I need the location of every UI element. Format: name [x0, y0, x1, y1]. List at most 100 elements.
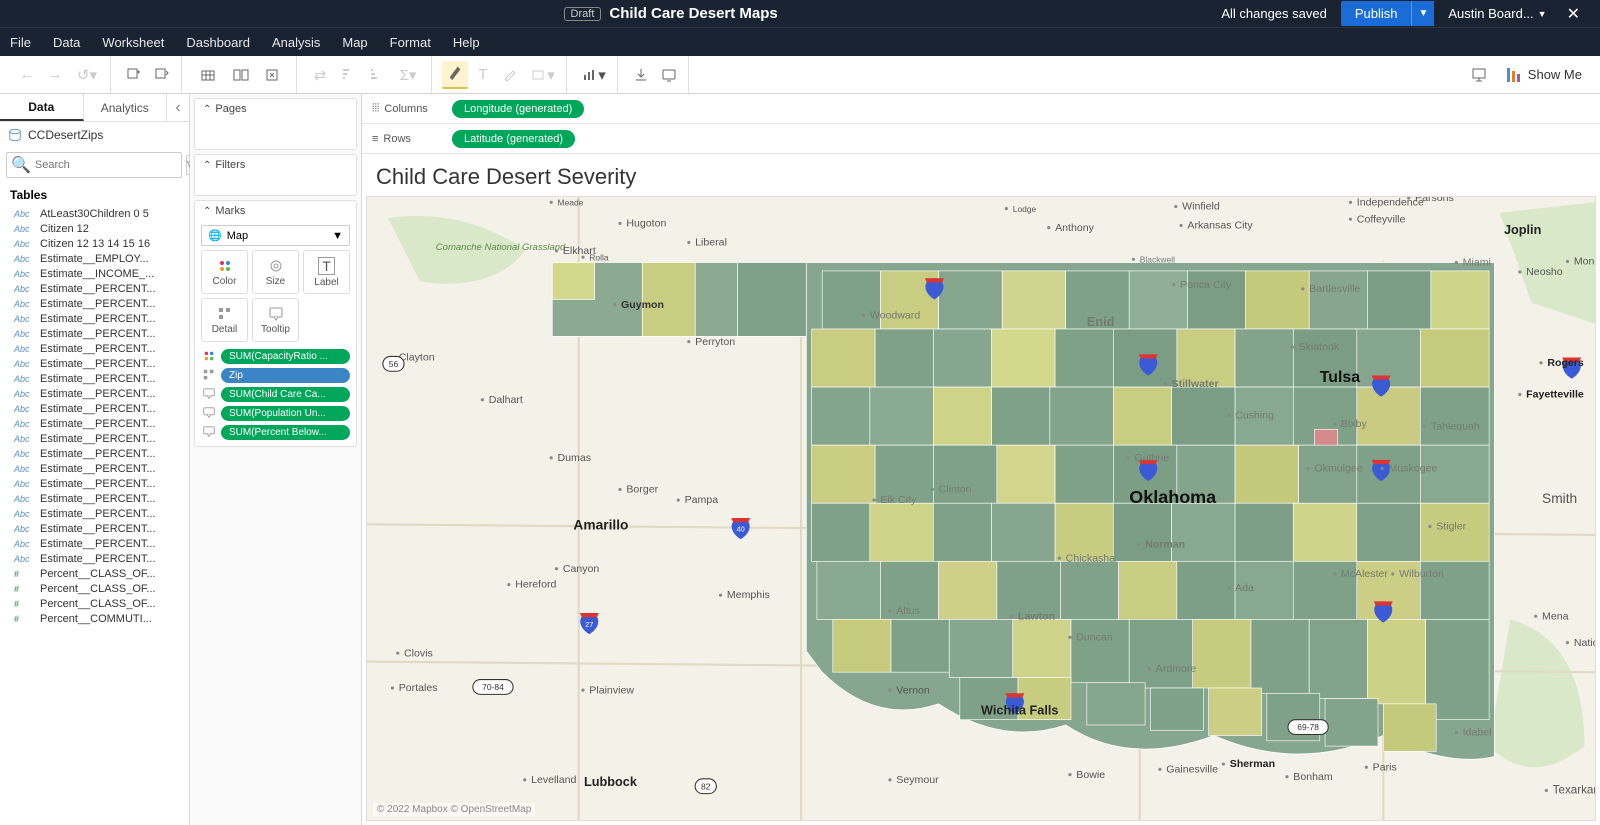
svg-text:Perryton: Perryton: [695, 336, 735, 348]
field-item[interactable]: AbcEstimate__PERCENT...: [0, 491, 189, 506]
columns-pill[interactable]: Longitude (generated): [452, 100, 584, 118]
datasource-item[interactable]: CCDesertZips: [0, 122, 189, 148]
size-shelf[interactable]: Size: [252, 250, 299, 294]
menu-data[interactable]: Data: [53, 35, 80, 50]
menu-dashboard[interactable]: Dashboard: [186, 35, 250, 50]
field-item[interactable]: #Percent__CLASS_OF...: [0, 581, 189, 596]
field-item[interactable]: AbcEstimate__PERCENT...: [0, 341, 189, 356]
field-item[interactable]: AbcEstimate__PERCENT...: [0, 386, 189, 401]
field-item[interactable]: AbcEstimate__INCOME_...: [0, 266, 189, 281]
mark-pill[interactable]: Zip: [201, 367, 350, 383]
sheet-title[interactable]: Child Care Desert Severity: [362, 154, 1600, 196]
new-datasource-icon[interactable]: [121, 62, 147, 88]
show-me-button[interactable]: Show Me: [1496, 67, 1592, 83]
device-preview-icon[interactable]: [656, 62, 682, 88]
text-label-icon[interactable]: T: [470, 62, 496, 88]
svg-text:Bonham: Bonham: [1293, 771, 1333, 783]
new-worksheet-icon[interactable]: [192, 62, 226, 88]
map-view[interactable]: 40 27 Comanche National GrasslandHugoton…: [366, 196, 1596, 821]
mark-pill[interactable]: SUM(CapacityRatio ...: [201, 348, 350, 364]
detail-shelf[interactable]: Detail: [201, 298, 248, 342]
tables-header: Tables: [0, 182, 189, 206]
field-item[interactable]: AbcCitizen 12: [0, 221, 189, 236]
menu-file[interactable]: File: [10, 35, 31, 50]
menu-analysis[interactable]: Analysis: [272, 35, 320, 50]
svg-text:Canyon: Canyon: [563, 563, 600, 575]
sort-desc-icon[interactable]: [363, 62, 389, 88]
fix-axes-icon[interactable]: ▾: [577, 62, 611, 88]
annotate-icon[interactable]: [498, 62, 524, 88]
field-item[interactable]: AbcEstimate__PERCENT...: [0, 476, 189, 491]
menu-help[interactable]: Help: [453, 35, 480, 50]
field-item[interactable]: #Percent__CLASS_OF...: [0, 566, 189, 581]
fit-icon[interactable]: ▾: [526, 62, 560, 88]
user-menu[interactable]: Austin Board...▼: [1448, 6, 1546, 21]
field-item[interactable]: AbcEstimate__PERCENT...: [0, 431, 189, 446]
publish-dropdown[interactable]: ▼: [1411, 1, 1434, 26]
svg-text:Joplin: Joplin: [1504, 223, 1541, 237]
pages-card[interactable]: ⌃Pages: [194, 98, 357, 150]
field-item[interactable]: AbcEstimate__PERCENT...: [0, 521, 189, 536]
field-item[interactable]: #Percent__CLASS_OF...: [0, 596, 189, 611]
mark-type-dropdown[interactable]: 🌐 Map▼: [201, 225, 350, 246]
svg-text:Cushing: Cushing: [1235, 410, 1274, 422]
publish-button[interactable]: Publish: [1341, 1, 1412, 26]
field-item[interactable]: AbcEstimate__PERCENT...: [0, 281, 189, 296]
field-item[interactable]: AbcEstimate__EMPLOY...: [0, 251, 189, 266]
tab-analytics[interactable]: Analytics: [84, 94, 168, 121]
field-item[interactable]: AbcEstimate__PERCENT...: [0, 311, 189, 326]
mark-pill[interactable]: SUM(Child Care Ca...: [201, 386, 350, 402]
clear-icon[interactable]: [256, 62, 290, 88]
search-input[interactable]: 🔍: [6, 152, 182, 178]
label-shelf[interactable]: TLabel: [303, 250, 350, 294]
menu-worksheet[interactable]: Worksheet: [102, 35, 164, 50]
svg-text:Arkansas City: Arkansas City: [1187, 220, 1253, 232]
pause-refresh-icon[interactable]: [149, 62, 175, 88]
columns-shelf[interactable]: ⦙⦙⦙Columns Longitude (generated): [362, 94, 1600, 124]
mark-pill[interactable]: SUM(Population Un...: [201, 405, 350, 421]
tooltip-shelf[interactable]: Tooltip: [252, 298, 299, 342]
field-item[interactable]: AbcEstimate__PERCENT...: [0, 401, 189, 416]
svg-text:Hugoton: Hugoton: [626, 218, 666, 230]
sort-asc-icon[interactable]: [335, 62, 361, 88]
field-item[interactable]: AbcEstimate__PERCENT...: [0, 551, 189, 566]
rows-pill[interactable]: Latitude (generated): [452, 130, 575, 148]
undo-icon[interactable]: ←: [14, 62, 40, 88]
field-item[interactable]: AbcAtLeast30Children 0 5: [0, 206, 189, 221]
menu-format[interactable]: Format: [390, 35, 431, 50]
svg-text:Liberal: Liberal: [695, 237, 727, 249]
field-item[interactable]: AbcEstimate__PERCENT...: [0, 356, 189, 371]
field-item[interactable]: AbcEstimate__PERCENT...: [0, 446, 189, 461]
presentation-icon[interactable]: [1466, 62, 1492, 88]
close-icon[interactable]: ✕: [1561, 4, 1586, 24]
field-item[interactable]: AbcEstimate__PERCENT...: [0, 326, 189, 341]
collapse-pane-icon[interactable]: ‹: [167, 94, 189, 121]
revert-icon[interactable]: ↺▾: [70, 62, 104, 88]
svg-text:McAlester: McAlester: [1341, 568, 1388, 580]
mark-pill[interactable]: SUM(Percent Below...: [201, 424, 350, 440]
filters-card[interactable]: ⌃Filters: [194, 154, 357, 196]
duplicate-icon[interactable]: [228, 62, 254, 88]
field-item[interactable]: #Percent__COMMUTI...: [0, 611, 189, 626]
swap-icon[interactable]: ⇄: [307, 62, 333, 88]
field-item[interactable]: AbcEstimate__PERCENT...: [0, 296, 189, 311]
totals-icon[interactable]: Σ▾: [391, 62, 425, 88]
tab-data[interactable]: Data: [0, 94, 84, 121]
menu-map[interactable]: Map: [342, 35, 367, 50]
field-item[interactable]: AbcEstimate__PERCENT...: [0, 461, 189, 476]
cards-column: ⌃Pages ⌃Filters ⌃Marks 🌐 Map▼ Color Size…: [190, 94, 362, 825]
field-item[interactable]: AbcEstimate__PERCENT...: [0, 416, 189, 431]
download-icon[interactable]: [628, 62, 654, 88]
field-item[interactable]: AbcEstimate__PERCENT...: [0, 371, 189, 386]
redo-icon[interactable]: →: [42, 62, 68, 88]
color-shelf[interactable]: Color: [201, 250, 248, 294]
svg-text:Borger: Borger: [626, 484, 658, 496]
field-item[interactable]: AbcCitizen 12 13 14 15 16: [0, 236, 189, 251]
svg-text:Clinton: Clinton: [939, 484, 972, 496]
field-item[interactable]: AbcEstimate__PERCENT...: [0, 506, 189, 521]
highlight-icon[interactable]: [442, 62, 468, 88]
rows-shelf[interactable]: ≡Rows Latitude (generated): [362, 124, 1600, 154]
field-item[interactable]: AbcEstimate__PERCENT...: [0, 536, 189, 551]
svg-text:Blackwell: Blackwell: [1140, 254, 1175, 264]
svg-text:Plainview: Plainview: [589, 684, 634, 696]
